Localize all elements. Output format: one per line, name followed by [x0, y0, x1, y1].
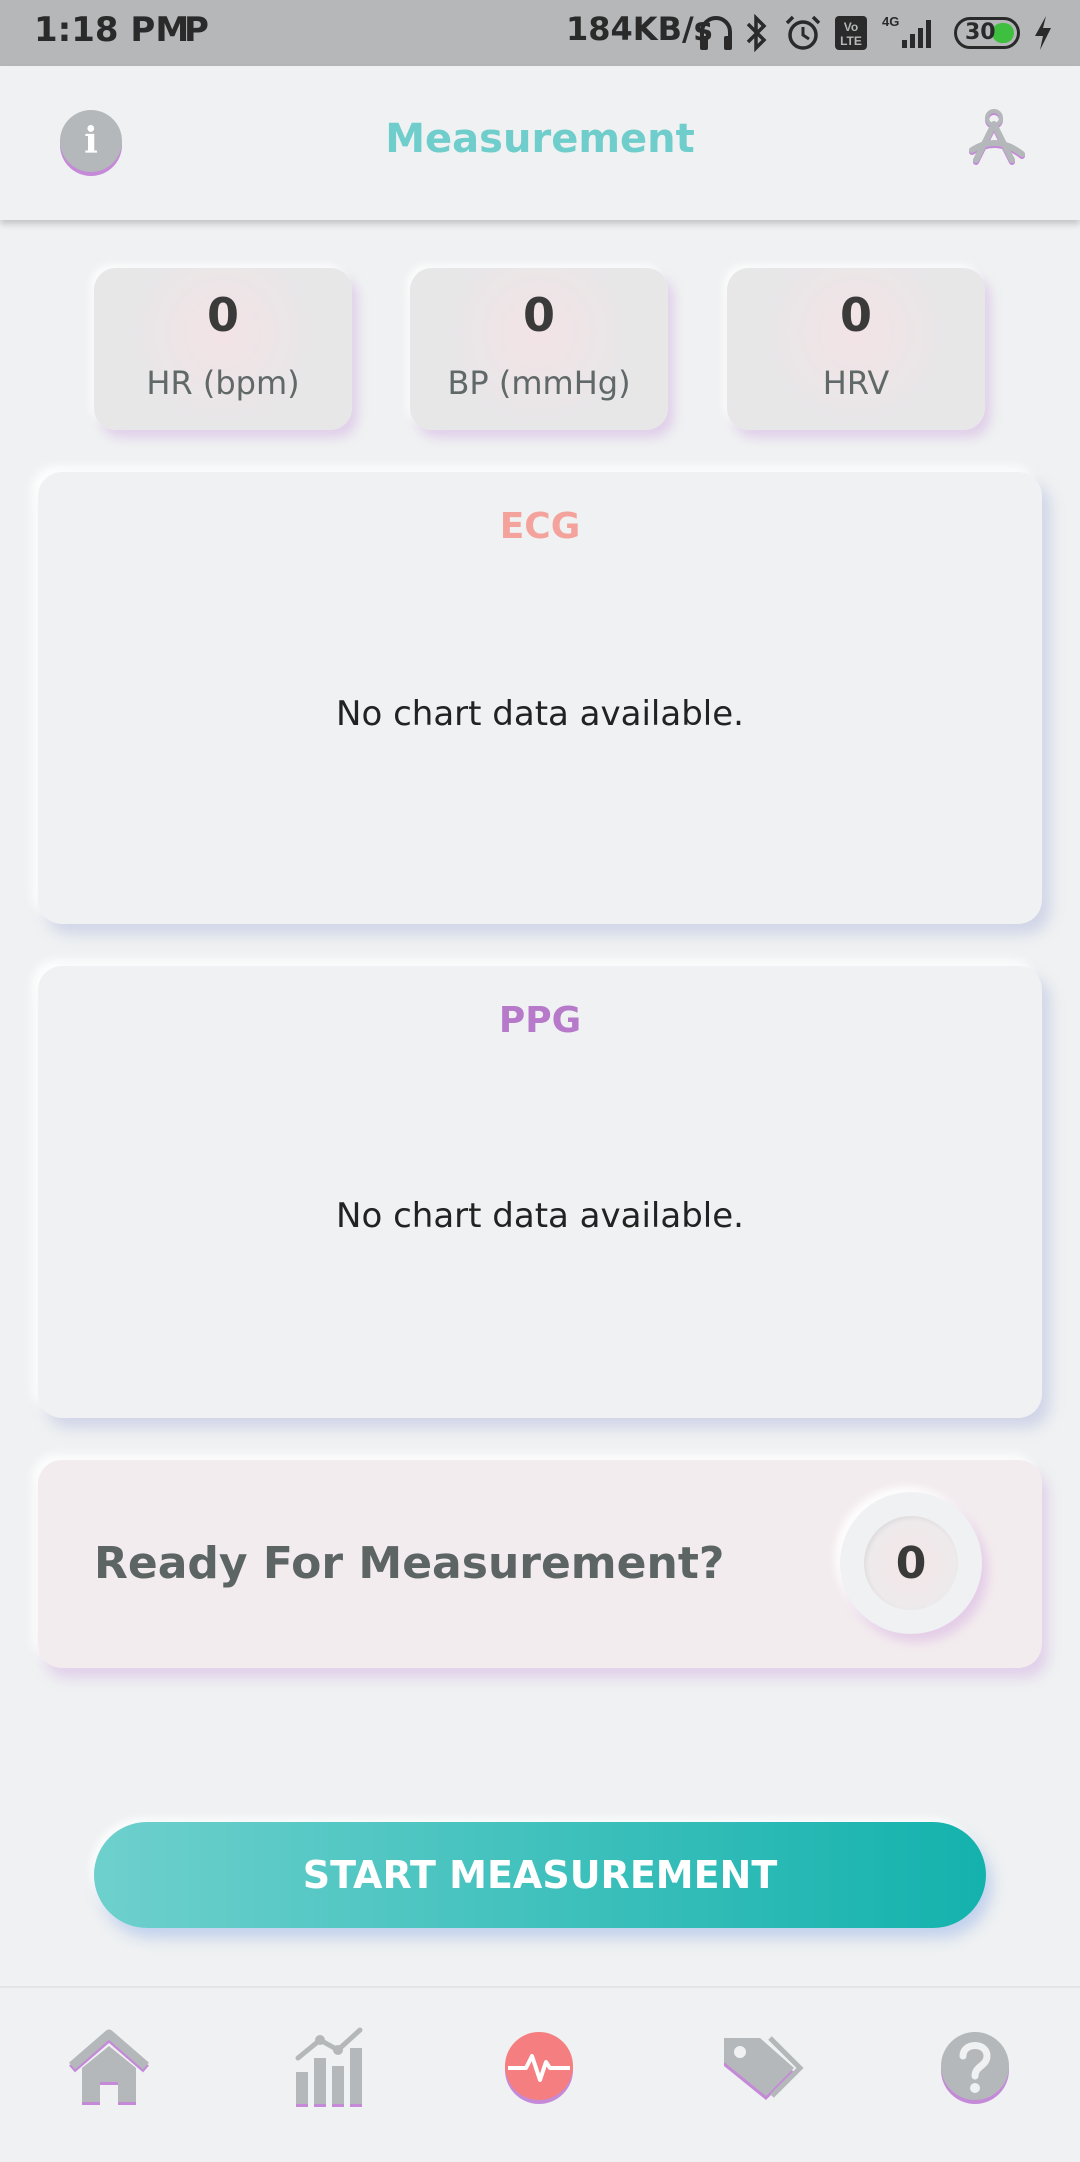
hrv-label: HRV	[822, 364, 890, 402]
stat-card-hrv: 0 HRV	[727, 268, 985, 430]
heartbeat-icon[interactable]	[494, 2022, 584, 2112]
ppg-title: PPG	[498, 1000, 582, 1041]
statistics-icon[interactable]	[284, 2022, 374, 2112]
ppg-empty-message: No chart data available.	[336, 1196, 744, 1236]
volte-icon: Vo LTE	[835, 16, 867, 50]
hr-label: HR (bpm)	[146, 364, 300, 402]
countdown-value: 0	[864, 1516, 958, 1610]
svg-text:LTE: LTE	[840, 34, 862, 48]
bp-label: BP (mmHg)	[447, 364, 631, 402]
alarm-icon	[785, 15, 821, 50]
bp-value: 0	[522, 288, 555, 342]
profile-icon[interactable]	[960, 106, 1030, 176]
page-title: Measurement	[385, 116, 695, 162]
charging-icon	[1035, 16, 1051, 50]
ready-text: Ready For Measurement?	[94, 1538, 725, 1589]
ecg-chart-card: ECG No chart data available.	[38, 472, 1042, 924]
status-bar: 1:18 PM P 184KB/s Vo LTE 4G 30	[0, 0, 1080, 66]
hr-value: 0	[206, 288, 239, 342]
headphones-icon	[700, 16, 732, 50]
network-speed: 184KB/s	[566, 10, 713, 48]
svg-text:Vo: Vo	[844, 20, 858, 34]
ppg-chart-card: PPG No chart data available.	[38, 966, 1042, 1418]
ready-card: Ready For Measurement? 0	[38, 1460, 1042, 1668]
battery-icon: 30	[954, 17, 1020, 49]
svg-text:4G: 4G	[882, 14, 899, 29]
signal-icon: 4G	[882, 14, 931, 48]
bottom-navigation	[0, 1986, 1080, 2162]
status-time: 1:18 PM	[34, 10, 190, 50]
ecg-title: ECG	[499, 506, 581, 547]
carrier-icon: P	[184, 10, 209, 50]
countdown-ring: 0	[840, 1492, 982, 1634]
top-app-bar: i Measurement	[0, 66, 1080, 220]
help-icon[interactable]	[930, 2022, 1020, 2112]
hrv-value: 0	[839, 288, 872, 342]
stat-card-bp: 0 BP (mmHg)	[410, 268, 668, 430]
bluetooth-icon	[746, 14, 767, 52]
stat-card-hr: 0 HR (bpm)	[94, 268, 352, 430]
tag-icon[interactable]	[714, 2022, 804, 2112]
start-measurement-button[interactable]: START MEASUREMENT	[94, 1822, 986, 1928]
ecg-empty-message: No chart data available.	[336, 694, 744, 734]
battery-level: 30	[965, 20, 996, 45]
home-icon[interactable]	[64, 2022, 154, 2112]
